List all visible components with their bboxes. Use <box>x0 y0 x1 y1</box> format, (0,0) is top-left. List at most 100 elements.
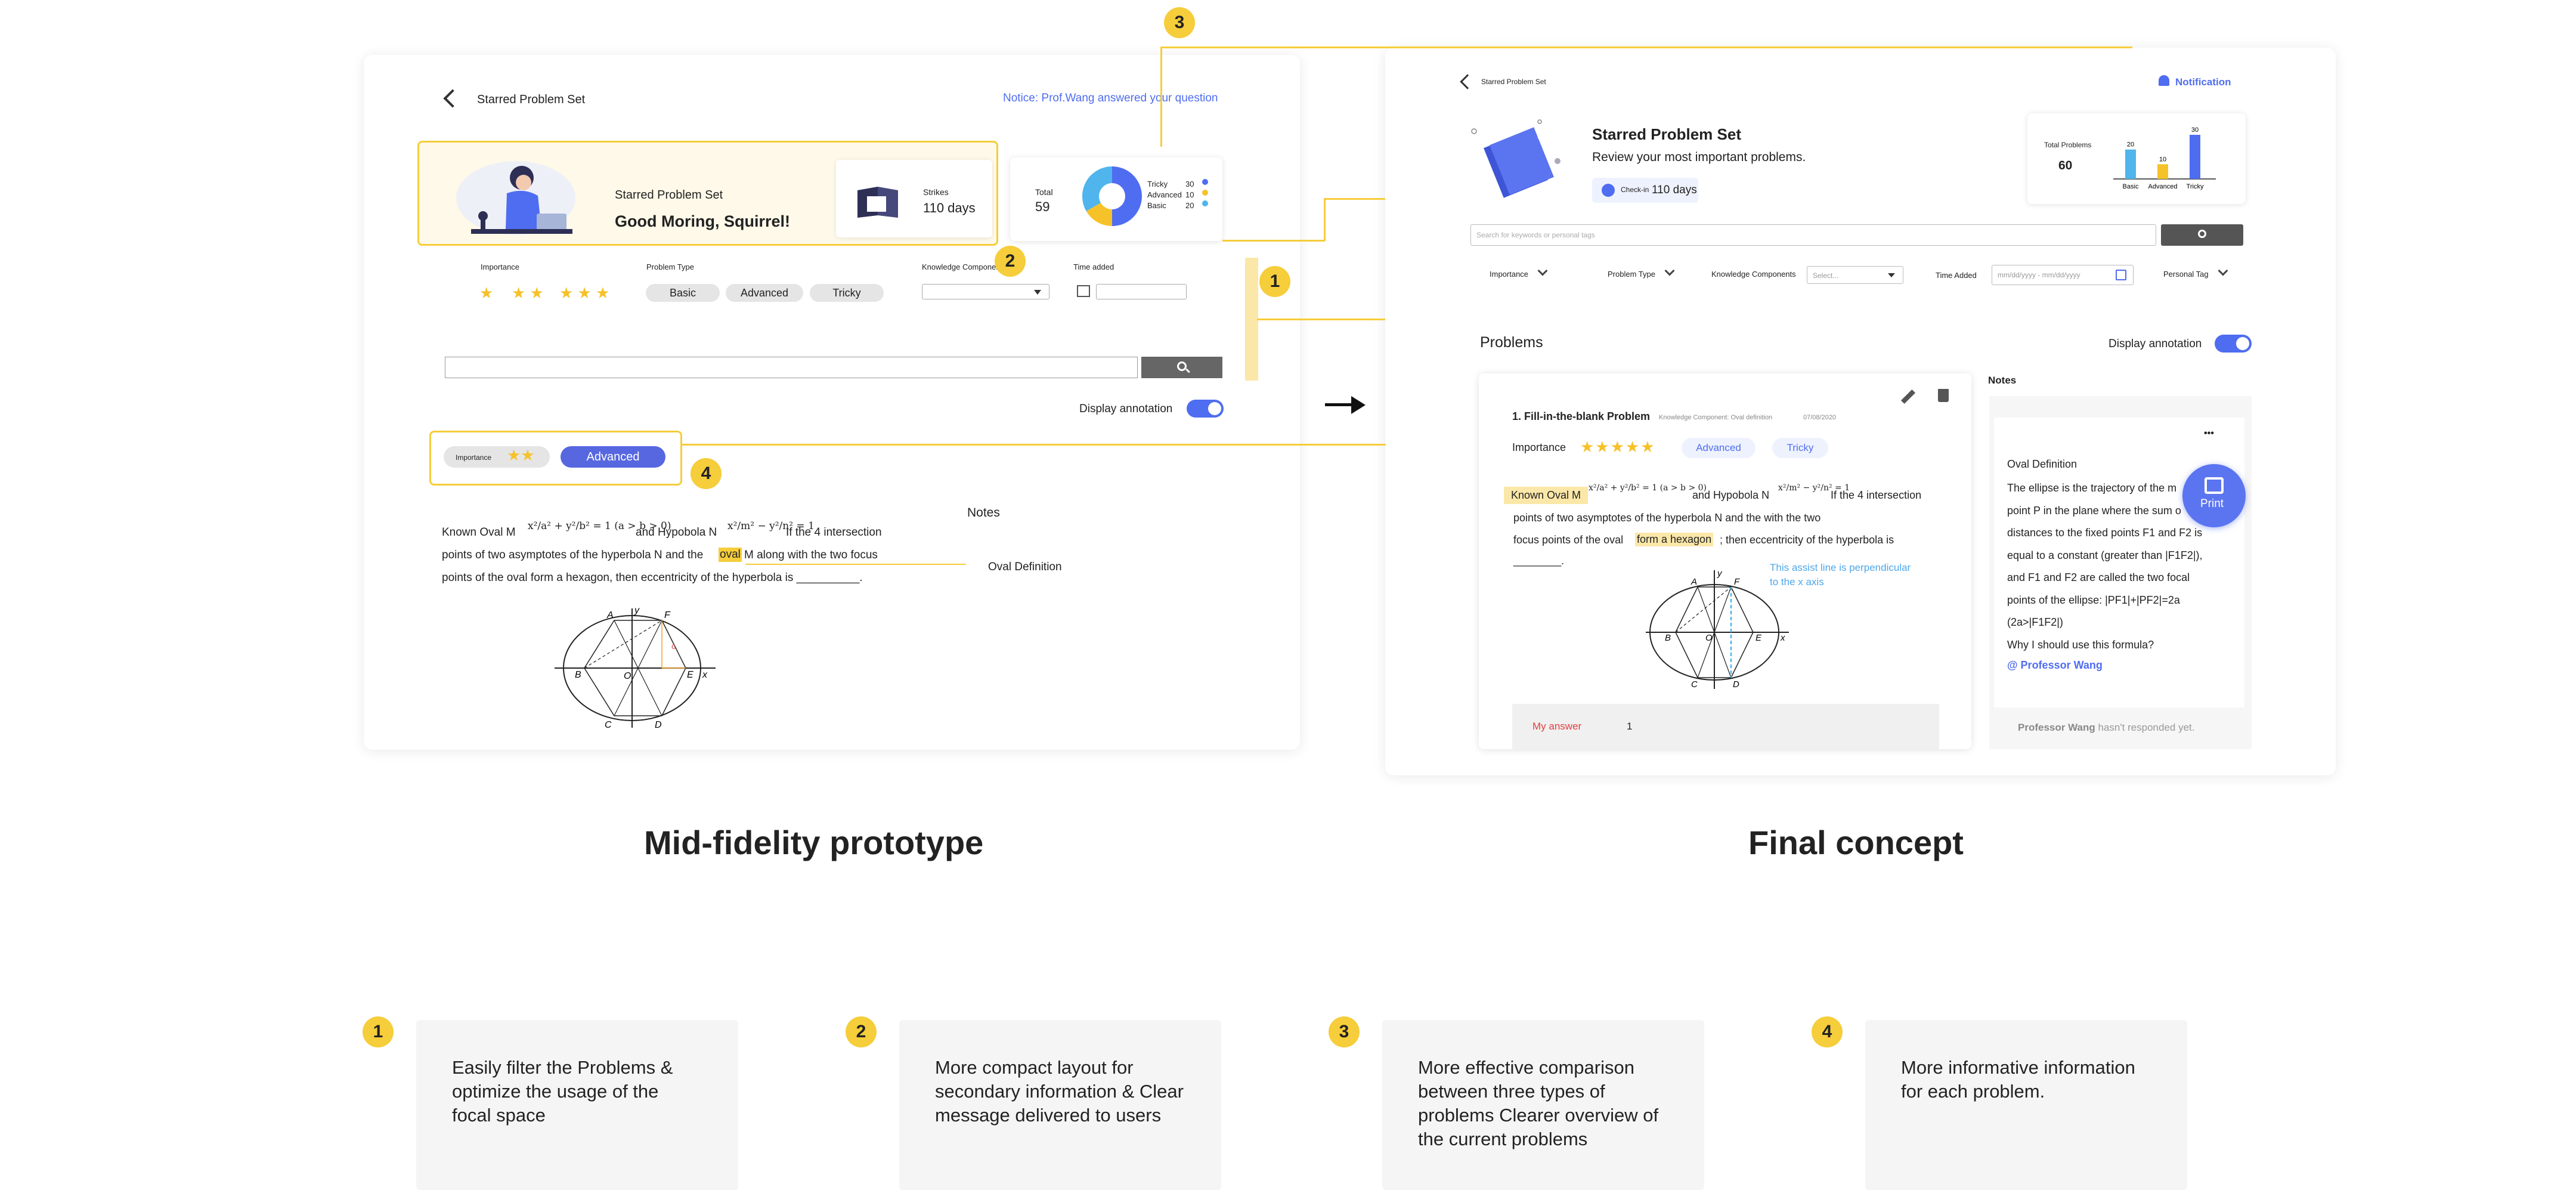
final-highlight-hexagon[interactable]: form a hexagon <box>1635 533 1714 546</box>
print-label: Print <box>2200 497 2224 510</box>
banner-greeting: Good Moring, Squirrel! <box>615 212 790 230</box>
badge-1: 1 <box>1259 266 1290 297</box>
chart-total-value: 59 <box>1035 199 1050 214</box>
final-filter-type[interactable]: Problem Type <box>1608 265 1675 279</box>
note-card-2: More compact layout for secondary inform… <box>899 1020 1221 1190</box>
pie-legend-value: 10 <box>1185 190 1194 199</box>
final-highlight-oval[interactable]: Known Oval M <box>1504 487 1589 504</box>
knowledge-select[interactable] <box>922 284 1049 299</box>
bar-value-label: 10 <box>2159 156 2166 163</box>
problem-line2a: points of two asymptotes of the hyperbol… <box>442 549 704 561</box>
notes-mention[interactable]: @ Professor Wang <box>2007 659 2103 672</box>
problem-knowledge: Knowledge Component: Oval definition <box>1659 414 1773 421</box>
my-answer-value: 1 <box>1627 721 1633 732</box>
pie-chart <box>1082 166 1142 226</box>
svg-text:y: y <box>1717 568 1723 579</box>
svg-text:E: E <box>687 670 693 680</box>
print-button[interactable] <box>2182 464 2246 527</box>
bar-chart: 20 Basic 10 Advanced 30 Tricky <box>2113 126 2216 190</box>
arrow-head-icon <box>1351 396 1366 414</box>
pie-legend-value: 20 <box>1185 201 1194 210</box>
badge-4: 4 <box>691 458 722 489</box>
pie-legend-swatch <box>1202 200 1209 206</box>
notes-line: (2a>|F1F2|) <box>2007 616 2063 628</box>
caption-mid: Mid-fidelity prototype <box>644 824 984 861</box>
pie-legend-value: 30 <box>1185 180 1194 188</box>
filter-star-2[interactable]: ★ ★ <box>512 284 544 302</box>
problem-tag-advanced[interactable]: Advanced <box>1682 438 1755 458</box>
pie-slice-basic <box>1082 166 1112 211</box>
importance-tag-stars: ★★ <box>507 446 535 464</box>
bar-basic <box>2125 149 2136 179</box>
advanced-tag[interactable]: Advanced <box>561 446 665 468</box>
final-line3b: ; then eccentricity of the hyperbola is <box>1720 534 1894 546</box>
final-blank: ________. <box>1513 555 1565 567</box>
note-card-3: More effective comparison between three … <box>1382 1020 1704 1190</box>
caption-final: Final concept <box>1748 824 1964 861</box>
pie-legend-label: Basic <box>1147 201 1166 210</box>
my-answer-label: My answer <box>1532 721 1582 732</box>
pie-legend-label: Advanced <box>1147 190 1182 199</box>
connector-1 <box>1257 319 1385 320</box>
connector-3-mid <box>1222 240 1325 242</box>
final-display-annotation-label: Display annotation <box>2109 338 2202 350</box>
notes-line: Why I should use this formula? <box>2007 638 2154 651</box>
search-input[interactable] <box>445 357 1138 378</box>
problem-highlight-oval[interactable]: oval <box>719 548 742 562</box>
bell-icon[interactable] <box>2159 75 2169 86</box>
type-advanced-pill[interactable]: Advanced <box>726 284 803 302</box>
calendar-icon[interactable] <box>1077 285 1090 297</box>
type-tricky-pill[interactable]: Tricky <box>810 284 884 302</box>
connector-3-top <box>1160 47 2132 48</box>
checkin-label: Check-in <box>1621 186 1649 194</box>
oval-definition-note: Oval Definition <box>988 561 1062 573</box>
final-display-annotation-toggle[interactable] <box>2215 335 2252 353</box>
notes-menu-icon[interactable]: ••• <box>2204 428 2214 439</box>
final-page-title: Starred Problem Set <box>1481 78 1546 86</box>
calendar-icon[interactable] <box>2116 270 2126 280</box>
chevron-down-icon <box>1888 273 1895 277</box>
time-input[interactable] <box>1096 284 1187 299</box>
notification-link[interactable]: Notification <box>2175 76 2231 88</box>
final-filter-importance[interactable]: Importance <box>1490 265 1548 279</box>
filter-star-3[interactable]: ★ ★ ★ <box>559 284 609 302</box>
svg-text:E: E <box>1755 633 1762 643</box>
bar-advanced <box>2157 164 2168 179</box>
svg-text:O: O <box>1705 633 1713 643</box>
problem-title: 1. Fill-in-the-blank Problem <box>1512 410 1651 422</box>
ellipse-diagram: A F B O E x y C D c <box>555 605 716 730</box>
final-text-p3: If the 4 intersection <box>1831 489 1922 501</box>
badge-3: 3 <box>1164 7 1195 38</box>
final-filter-importance-label: Importance <box>1490 270 1529 279</box>
note-badge-2: 2 <box>846 1016 877 1047</box>
banner-subtitle: Starred Problem Set <box>615 188 723 202</box>
notice-text[interactable]: Notice: Prof.Wang answered your question <box>1003 92 1218 105</box>
bar-value-label: 30 <box>2191 126 2199 134</box>
svg-text:C: C <box>1691 679 1698 690</box>
final-search-placeholder: Search for keywords or personal tags <box>1476 231 1595 239</box>
svg-text:c: c <box>671 641 676 651</box>
bar-category-label: Basic <box>2123 183 2139 190</box>
final-filter-personal-tag[interactable]: Personal Tag <box>2163 265 2228 279</box>
notes-title: Notes <box>967 506 1000 520</box>
delete-icon[interactable] <box>1938 389 1949 402</box>
problem-tag-tricky[interactable]: Tricky <box>1772 438 1828 458</box>
svg-text:O: O <box>624 671 631 681</box>
connector-3-vertical <box>1160 47 1162 147</box>
svg-text:F: F <box>1734 577 1740 587</box>
final-formula-1: x²/a² + y²/b² = 1 (a > b > 0) <box>1589 483 1707 493</box>
calendar-illustration <box>857 187 898 218</box>
note-badge-4: 4 <box>1812 1016 1843 1047</box>
reply-text: hasn't responded yet. <box>2098 722 2195 733</box>
final-text-p2: and Hypobola N <box>1692 489 1770 501</box>
filter-star-1[interactable]: ★ <box>479 284 493 302</box>
type-basic-pill[interactable]: Basic <box>646 284 720 302</box>
pie-legend-swatch <box>1202 179 1209 185</box>
svg-text:B: B <box>1665 633 1671 643</box>
chevron-down-icon <box>1034 290 1041 295</box>
display-annotation-toggle[interactable] <box>1187 400 1224 418</box>
bar-value-label: 20 <box>2127 141 2134 149</box>
final-search-icon <box>2198 230 2206 238</box>
chart-total-label: Total <box>1035 187 1053 197</box>
reply-status: Professor Wang hasn't responded yet. <box>2018 722 2195 734</box>
